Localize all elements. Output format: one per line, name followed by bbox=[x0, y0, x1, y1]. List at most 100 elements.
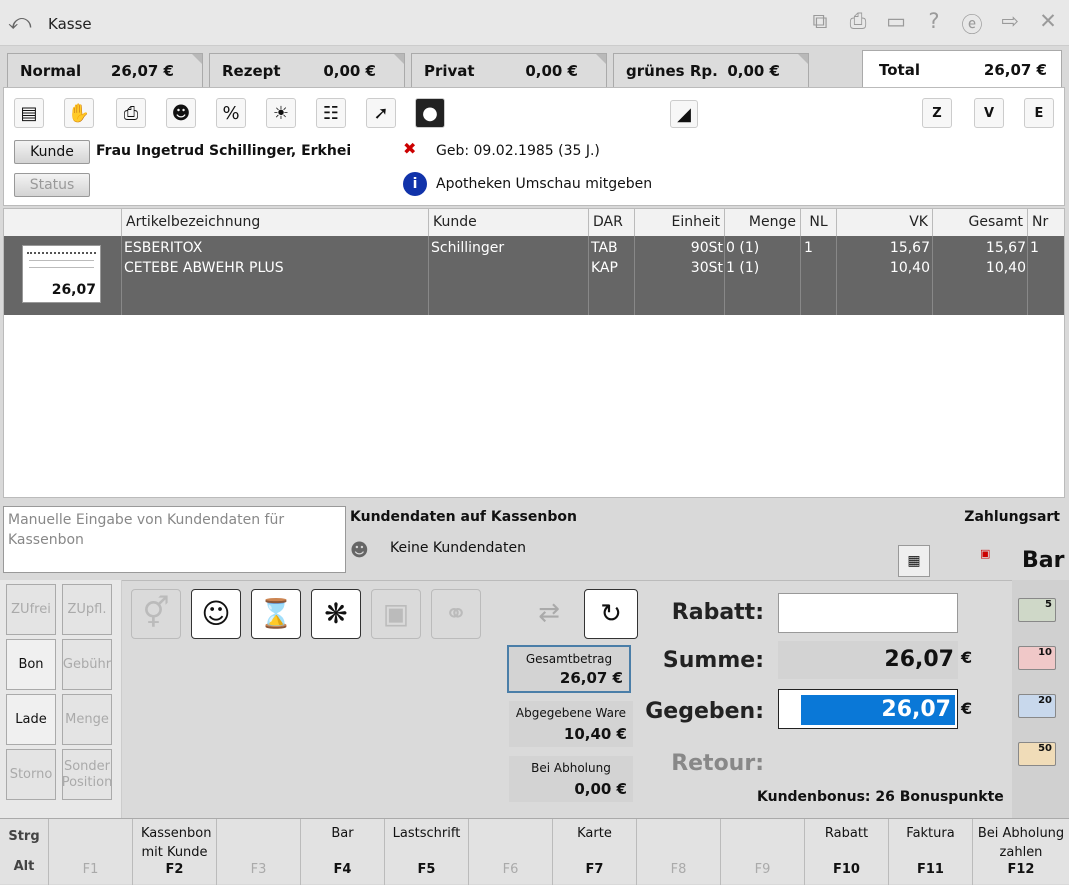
row1-kunde: Schillinger bbox=[431, 240, 505, 256]
close-icon[interactable]: ✕ bbox=[1037, 9, 1059, 39]
header-menge[interactable]: Menge bbox=[725, 209, 801, 236]
thermometer-icon[interactable]: ⌛ bbox=[251, 589, 301, 639]
gebuehr-button[interactable]: Gebühr bbox=[62, 639, 112, 690]
header-gesamt[interactable]: Gesamt bbox=[933, 209, 1028, 236]
lade-button[interactable]: Lade bbox=[6, 694, 56, 745]
header-nl[interactable]: NL bbox=[801, 209, 837, 236]
cash-20-button[interactable]: 20 bbox=[1018, 694, 1056, 718]
header-kunde[interactable]: Kunde bbox=[429, 209, 589, 236]
gesamtbetrag-label: Gesamtbetrag bbox=[525, 652, 613, 666]
customer-v-icon[interactable]: V bbox=[974, 98, 1004, 128]
row1-artikel: ESBERITOX bbox=[124, 240, 203, 256]
f1-key[interactable]: F1 bbox=[48, 819, 132, 885]
euro-circle-icon[interactable]: ⓔ bbox=[961, 9, 983, 39]
row1-vk: 15,67 bbox=[889, 240, 930, 256]
drug-check-icon[interactable]: ↻ bbox=[584, 589, 638, 639]
header-nr[interactable]: Nr bbox=[1028, 209, 1064, 236]
abgegebene-ware-value: 10,40 € bbox=[563, 725, 627, 743]
f6-key[interactable]: F6 bbox=[468, 819, 552, 885]
f1-keyname: F1 bbox=[82, 862, 99, 877]
modifier-keys: Strg Alt bbox=[0, 819, 48, 885]
status-button[interactable]: Status bbox=[14, 173, 90, 197]
bei-abholung-box[interactable]: Bei Abholung 0,00 € bbox=[509, 756, 633, 802]
cash-10-button[interactable]: 10 bbox=[1018, 646, 1056, 670]
header-vk[interactable]: VK bbox=[837, 209, 933, 236]
tab-total[interactable]: Total 26,07 € bbox=[862, 50, 1062, 88]
gegeben-input[interactable]: 26,07 bbox=[778, 689, 958, 729]
gegeben-value: 26,07 bbox=[801, 695, 955, 725]
people-icon[interactable]: ☻ bbox=[166, 98, 196, 128]
summe-currency: € bbox=[961, 648, 973, 667]
print-icon[interactable]: ⎙ bbox=[847, 9, 869, 39]
drug-interaction-icon[interactable]: ⇄ bbox=[522, 589, 576, 639]
printer-icon[interactable]: ⎙ bbox=[116, 98, 146, 128]
zufrei-button[interactable]: ZUfrei bbox=[6, 584, 56, 635]
zupfl-button[interactable]: ZUpfl. bbox=[62, 584, 112, 635]
f12-key[interactable]: Bei Abholung zahlen F12 bbox=[972, 819, 1069, 885]
monitor-icon[interactable]: ▭ bbox=[885, 9, 907, 39]
cash-5-button[interactable]: 5 bbox=[1018, 598, 1056, 622]
tab-rezept[interactable]: Rezept 0,00 € bbox=[209, 53, 405, 87]
customer-e-icon[interactable]: E bbox=[1024, 98, 1054, 128]
sonder-position-button[interactable]: Sonder Position bbox=[62, 749, 112, 800]
f11-keyname: F11 bbox=[917, 862, 944, 877]
f6-keyname: F6 bbox=[502, 862, 519, 877]
cash-icon: ▣ bbox=[980, 547, 991, 560]
gesamtbetrag-box[interactable]: Gesamtbetrag 26,07 € bbox=[507, 645, 631, 693]
tab-amount: 0,00 € bbox=[727, 61, 780, 80]
customer-name: Frau Ingetrud Schillinger, Erkhei bbox=[96, 143, 352, 159]
f2-key[interactable]: Kassenbon mit Kunde F2 bbox=[132, 819, 216, 885]
f5-key[interactable]: Lastschrift F5 bbox=[384, 819, 468, 885]
bei-abholung-value: 0,00 € bbox=[574, 780, 627, 798]
f10-key[interactable]: Rabatt F10 bbox=[804, 819, 888, 885]
card-icon[interactable]: ▤ bbox=[14, 98, 44, 128]
person-card-icon[interactable]: ☷ bbox=[316, 98, 346, 128]
bei-abholung-label: Bei Abholung bbox=[531, 761, 611, 775]
handshake-icon[interactable]: ✋ bbox=[64, 98, 94, 128]
f8-key[interactable]: F8 bbox=[636, 819, 720, 885]
tab-amount: 26,07 € bbox=[110, 61, 174, 80]
tab-gruenes-rp[interactable]: grünes Rp. 0,00 € bbox=[613, 53, 809, 87]
scale-icon[interactable]: ▣ bbox=[371, 589, 421, 639]
star-burst-icon[interactable]: ☀ bbox=[266, 98, 296, 128]
f7-key[interactable]: Karte F7 bbox=[552, 819, 636, 885]
row1-dar: TAB bbox=[591, 240, 618, 256]
terminal-icon[interactable]: ▦ bbox=[898, 545, 930, 577]
f4-key[interactable]: Bar F4 bbox=[300, 819, 384, 885]
cash-50-button[interactable]: 50 bbox=[1018, 742, 1056, 766]
age-group-icon[interactable]: ☺ bbox=[191, 589, 241, 639]
gender-icon[interactable]: ⚥ bbox=[131, 589, 181, 639]
customer-panel: ▤ ✋ ⎙ ☻ % ☀ ☷ ➚ ● ◢ Z V E Kunde Frau Ing… bbox=[3, 87, 1065, 206]
bon-button[interactable]: Bon bbox=[6, 639, 56, 690]
f3-key[interactable]: F3 bbox=[216, 819, 300, 885]
menge-button[interactable]: Menge bbox=[62, 694, 112, 745]
abgegebene-ware-box[interactable]: Abgegebene Ware 10,40 € bbox=[509, 701, 633, 747]
manual-customer-input[interactable]: Manuelle Eingabe von Kundendaten für Kas… bbox=[3, 506, 346, 573]
header-einheit[interactable]: Einheit bbox=[635, 209, 725, 236]
help-icon[interactable]: ? bbox=[923, 9, 945, 39]
rabatt-input[interactable] bbox=[778, 593, 958, 633]
f11-key[interactable]: Faktura F11 bbox=[888, 819, 972, 885]
gesamtbetrag-value: 26,07 € bbox=[559, 669, 623, 687]
tab-privat[interactable]: Privat 0,00 € bbox=[411, 53, 607, 87]
summe-label: Summe: bbox=[662, 648, 764, 673]
kundenbonus: Kundenbonus: 26 Bonuspunkte bbox=[757, 789, 1004, 805]
pin-document-icon[interactable]: ➚ bbox=[366, 98, 396, 128]
f2-keyname: F2 bbox=[165, 862, 184, 877]
tab-normal[interactable]: Normal 26,07 € bbox=[7, 53, 203, 87]
allergy-dandelion-icon[interactable]: ❋ bbox=[311, 589, 361, 639]
storno-button[interactable]: Storno bbox=[6, 749, 56, 800]
kunde-button[interactable]: Kunde bbox=[14, 140, 90, 164]
export-icon[interactable]: ⇨ bbox=[999, 9, 1021, 39]
customer-z-icon[interactable]: Z bbox=[922, 98, 952, 128]
back-arrow-icon[interactable]: ⤺ bbox=[8, 10, 32, 35]
f9-key[interactable]: F9 bbox=[720, 819, 804, 885]
header-dar[interactable]: DAR bbox=[589, 209, 635, 236]
square-toggle-icon[interactable]: ◢ bbox=[670, 100, 698, 128]
percent-icon[interactable]: % bbox=[216, 98, 246, 128]
tab-row: Normal 26,07 € Rezept 0,00 € Privat 0,00 € … bbox=[0, 50, 1069, 88]
copy-icon[interactable]: ⧉ bbox=[809, 9, 831, 39]
header-artikel[interactable]: Artikelbezeichnung bbox=[122, 209, 429, 236]
kidney-icon[interactable]: ⚭ bbox=[431, 589, 481, 639]
pill-grid-icon[interactable]: ● bbox=[415, 98, 445, 128]
